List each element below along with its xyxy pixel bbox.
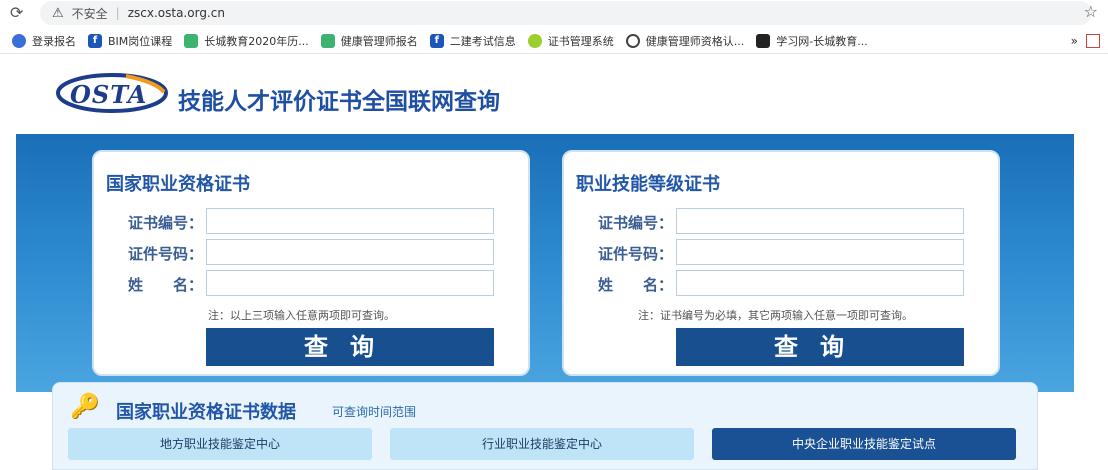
reload-icon[interactable]: ⟳: [10, 3, 23, 22]
address-bar: ⟳ ⚠ 不安全 | zscx.osta.org.cn ☆: [0, 0, 1108, 26]
green-doc-icon: [184, 33, 199, 48]
id-number-input[interactable]: [676, 239, 964, 265]
reading-list-icon[interactable]: [1086, 33, 1100, 48]
warning-icon[interactable]: ⚠: [52, 6, 64, 21]
globe-icon: [12, 33, 26, 48]
separator: |: [115, 6, 120, 20]
name-input[interactable]: [676, 270, 964, 296]
bookmark-8[interactable]: 学习网-长城教育...: [756, 33, 868, 49]
cert-number-input[interactable]: [676, 208, 964, 234]
bookmark-5[interactable]: f 二建考试信息: [429, 33, 516, 49]
tab-local-center[interactable]: 地方职业技能鉴定中心: [68, 428, 372, 460]
query-note: 注：以上三项输入任意两项即可查询。: [208, 309, 395, 322]
query-button[interactable]: 查询: [206, 328, 494, 366]
bookmark-2[interactable]: f BIM岗位课程: [88, 33, 172, 49]
name-label: 姓 名：: [128, 276, 204, 294]
cert-number-label: 证书编号：: [598, 214, 674, 232]
bookmark-star-icon[interactable]: ☆: [1084, 2, 1098, 21]
bookmark-7[interactable]: 健康管理师资格认...: [625, 33, 744, 49]
query-note: 注：证书编号为必填，其它两项输入任意一项即可查询。: [638, 309, 913, 322]
bookmark-1[interactable]: 登录报名: [12, 33, 76, 49]
site-title: 技能人才评价证书全国联网查询: [178, 89, 500, 115]
name-input[interactable]: [206, 270, 494, 296]
cert-number-label: 证书编号：: [128, 214, 204, 232]
data-section-title: 国家职业资格证书数据: [116, 402, 296, 423]
panel-title: 国家职业资格证书: [106, 174, 250, 195]
insecure-label: 不安全: [71, 6, 108, 21]
panel-title: 职业技能等级证书: [576, 174, 720, 195]
bookmark-4[interactable]: 健康管理师报名: [320, 33, 418, 49]
name-label: 姓 名：: [598, 276, 674, 294]
f-logo-icon: f: [88, 33, 102, 48]
tab-industry-center[interactable]: 行业职业技能鉴定中心: [390, 428, 694, 460]
green-doc-icon: [320, 33, 335, 48]
leaf-icon: [527, 33, 542, 48]
id-number-label: 证件号码：: [598, 245, 674, 263]
data-section-subtitle: 可查询时间范围: [332, 405, 417, 419]
f-logo-icon: f: [429, 33, 444, 48]
query-button[interactable]: 查询: [676, 328, 964, 366]
national-qualification-panel: 国家职业资格证书 证书编号： 证件号码： 姓 名： 注：以上三项输入任意两项即可…: [92, 150, 530, 376]
skill-level-panel: 职业技能等级证书 证书编号： 证件号码： 姓 名： 注：证书编号为必填，其它两项…: [562, 150, 1000, 376]
more-bookmarks-icon[interactable]: »: [1071, 34, 1078, 48]
bookmark-3[interactable]: 长城教育2020年历...: [184, 33, 309, 49]
key-icon: 🔑: [70, 392, 100, 420]
cert-number-input[interactable]: [206, 208, 494, 234]
id-number-label: 证件号码：: [128, 245, 204, 263]
bookmark-6[interactable]: 证书管理系统: [527, 33, 614, 49]
circle-icon: [625, 33, 640, 48]
logo-text: OSTA: [70, 80, 148, 109]
tab-central-enterprise[interactable]: 中央企业职业技能鉴定试点: [712, 428, 1016, 460]
bookmarks-bar: 登录报名 f BIM岗位课程 长城教育2020年历... 健康管理师报名 f 二建考…: [0, 28, 1108, 54]
omnibox[interactable]: ⚠ 不安全 | zscx.osta.org.cn: [40, 1, 1092, 25]
url-text[interactable]: zscx.osta.org.cn: [128, 6, 225, 20]
dark-square-icon: [756, 33, 771, 48]
id-number-input[interactable]: [206, 239, 494, 265]
